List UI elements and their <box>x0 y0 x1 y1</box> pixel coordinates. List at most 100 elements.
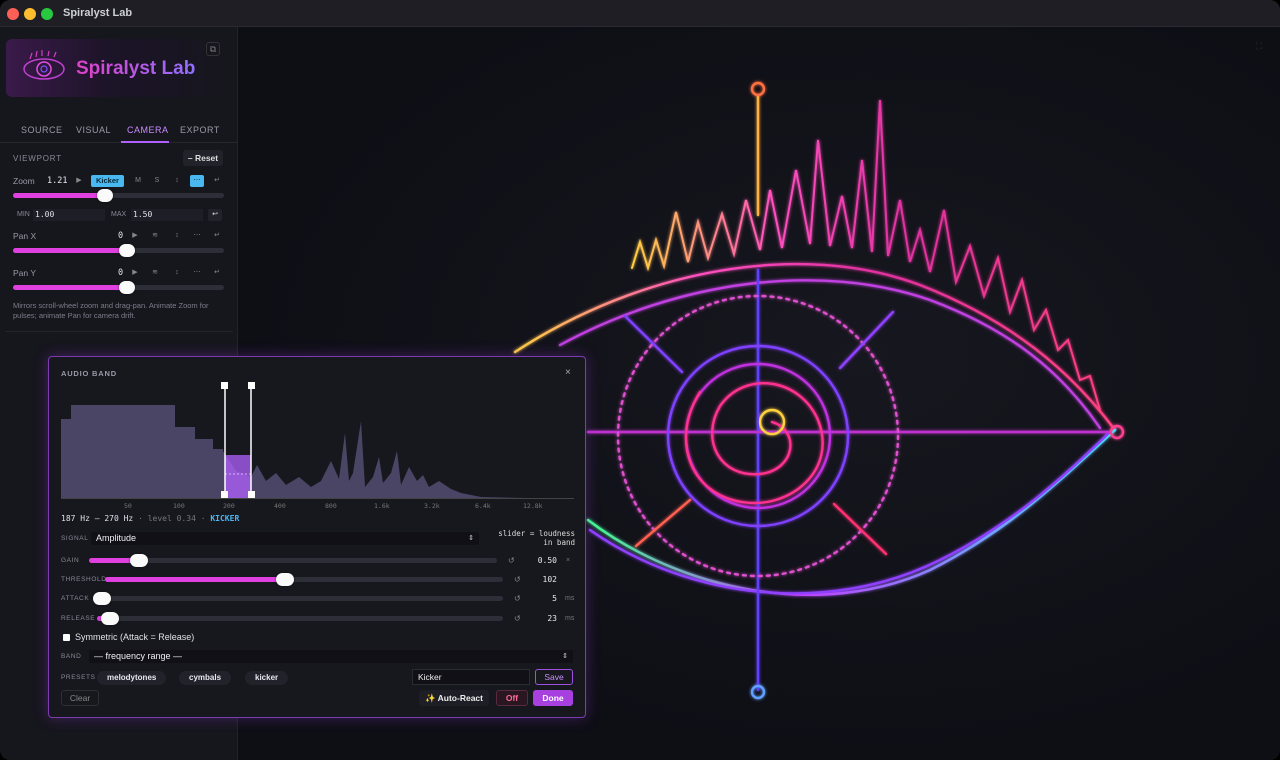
band-icon[interactable]: ≋ <box>148 267 162 279</box>
title-bar: Spiralyst Lab <box>0 0 1280 27</box>
preset-kicker[interactable]: kicker <box>245 671 289 685</box>
play-icon[interactable]: ▶ <box>72 175 86 187</box>
gain-label: GAIN <box>61 557 80 564</box>
reset-icon[interactable]: ↺ <box>508 556 515 565</box>
viewport-help-text: Mirrors scroll-wheel zoom and drag-pan. … <box>13 301 209 320</box>
more-icon[interactable]: ⋯ <box>190 175 204 187</box>
preset-name-input[interactable]: Kicker <box>412 669 530 685</box>
threshold-value: 102 <box>542 575 557 584</box>
pan-y-value: 0 <box>118 268 124 278</box>
attack-unit: ms <box>565 595 575 602</box>
preset-melodytones[interactable]: melodytones <box>97 671 167 685</box>
copy-icon[interactable]: ⧉ <box>206 42 220 56</box>
return-icon[interactable]: ↵ <box>210 175 224 187</box>
tab-bar: SOURCE VISUAL CAMERA EXPORT <box>0 121 238 143</box>
band-select-value: — frequency range — <box>94 651 183 661</box>
chevron-updown-icon: ⇕ <box>562 653 568 660</box>
audio-band-panel: AUDIO BAND × 50 100 200 400 800 1.6k 3.2… <box>48 356 586 718</box>
min-input[interactable]: 1.00 <box>33 209 105 221</box>
freq-tick: 1.6k <box>374 502 390 510</box>
done-button[interactable]: Done <box>533 690 573 706</box>
zoom-label: Zoom <box>13 176 35 186</box>
freq-tick: 100 <box>173 502 185 510</box>
return-icon[interactable]: ↵ <box>210 267 224 279</box>
threshold-label: THRESHOLD <box>61 576 107 583</box>
apply-range-icon[interactable]: ↩ <box>208 209 222 221</box>
zoom-slider[interactable] <box>13 189 224 202</box>
pan-y-slider-knob[interactable] <box>118 281 135 294</box>
reset-icon[interactable]: ↺ <box>514 614 521 623</box>
signal-select-value: Amplitude <box>96 533 137 543</box>
active-tab-indicator <box>121 141 169 143</box>
pan-x-slider[interactable] <box>13 244 224 257</box>
threshold-slider[interactable] <box>105 573 503 586</box>
tab-visual[interactable]: VISUAL <box>76 125 111 135</box>
more-icon[interactable]: ⋯ <box>190 230 204 242</box>
auto-react-button[interactable]: ✨ Auto-React <box>419 690 489 706</box>
pan-x-label: Pan X <box>13 231 37 241</box>
preset-cymbals[interactable]: cymbals <box>179 671 232 685</box>
zoom-band-chip[interactable]: Kicker <box>91 175 124 187</box>
threshold-slider-fill <box>105 577 285 582</box>
clear-button[interactable]: Clear <box>61 690 99 706</box>
min-label: MIN <box>17 211 30 218</box>
tab-camera[interactable]: CAMERA <box>127 125 169 135</box>
freq-tick: 800 <box>325 502 337 510</box>
tab-export[interactable]: EXPORT <box>180 125 220 135</box>
gain-slider[interactable] <box>89 554 497 567</box>
pan-y-label: Pan Y <box>13 268 37 278</box>
symmetric-checkbox[interactable] <box>63 634 70 641</box>
save-preset-button[interactable]: Save <box>535 669 573 685</box>
release-label: RELEASE <box>61 615 96 622</box>
gain-slider-knob[interactable] <box>129 554 148 567</box>
pan-y-slider[interactable] <box>13 281 224 294</box>
presets-label: PRESETS <box>61 674 96 681</box>
close-window-button[interactable] <box>7 8 19 20</box>
divider <box>5 331 233 332</box>
band-tag: KICKER <box>210 514 240 523</box>
attack-slider[interactable] <box>93 592 503 605</box>
freq-tick: 200 <box>223 502 235 510</box>
band-select[interactable]: — frequency range — ⇕ <box>89 650 573 663</box>
pan-x-slider-knob[interactable] <box>118 244 135 257</box>
zoom-slider-knob[interactable] <box>97 189 114 202</box>
vertical-arrows-icon[interactable]: ↕ <box>170 175 184 187</box>
app-window: Spiralyst Lab Spiralyst Lab ⧉ SOURCE VIS… <box>0 0 1280 760</box>
window-title: Spiralyst Lab <box>63 7 133 19</box>
panel-title: AUDIO BAND <box>61 369 117 378</box>
zoom-slider-fill <box>13 193 106 198</box>
pan-x-value: 0 <box>118 231 124 241</box>
zoom-value: 1.21 <box>47 176 68 186</box>
brand-header: Spiralyst Lab <box>6 39 232 97</box>
vertical-arrows-icon[interactable]: ↕ <box>170 267 184 279</box>
close-icon[interactable]: × <box>565 367 571 378</box>
release-slider[interactable] <box>97 612 503 625</box>
frequency-spectrum[interactable] <box>61 381 574 499</box>
signal-select[interactable]: Amplitude ⇕ <box>91 532 479 545</box>
play-icon[interactable]: ▶ <box>128 230 142 242</box>
mode-m-button[interactable]: M <box>131 175 145 187</box>
max-label: MAX <box>111 211 127 218</box>
max-input[interactable]: 1.50 <box>131 209 203 221</box>
more-icon[interactable]: ⋯ <box>190 267 204 279</box>
vertical-arrows-icon[interactable]: ↕ <box>170 230 184 242</box>
mode-s-button[interactable]: S <box>150 175 164 187</box>
play-icon[interactable]: ▶ <box>128 267 142 279</box>
minimize-window-button[interactable] <box>24 8 36 20</box>
reset-icon[interactable]: ↺ <box>514 575 521 584</box>
off-button[interactable]: Off <box>496 690 528 706</box>
freq-tick: 12.8k <box>523 502 543 510</box>
threshold-slider-knob[interactable] <box>276 573 295 586</box>
gain-value: 0.50 <box>537 556 557 565</box>
release-slider-knob[interactable] <box>101 612 120 625</box>
signal-note: slider = loudness in band <box>498 529 575 547</box>
viewport-section-label: VIEWPORT <box>13 154 62 163</box>
reset-icon[interactable]: ↺ <box>514 594 521 603</box>
attack-slider-knob[interactable] <box>93 592 111 605</box>
tab-source[interactable]: SOURCE <box>21 125 63 135</box>
band-icon[interactable]: ≋ <box>148 230 162 242</box>
return-icon[interactable]: ↵ <box>210 230 224 242</box>
band-range-readout: 187 Hz – 270 Hz · level 0.34 · KICKER <box>61 514 240 523</box>
maximize-window-button[interactable] <box>41 8 53 20</box>
reset-button[interactable]: – Reset <box>183 150 223 166</box>
